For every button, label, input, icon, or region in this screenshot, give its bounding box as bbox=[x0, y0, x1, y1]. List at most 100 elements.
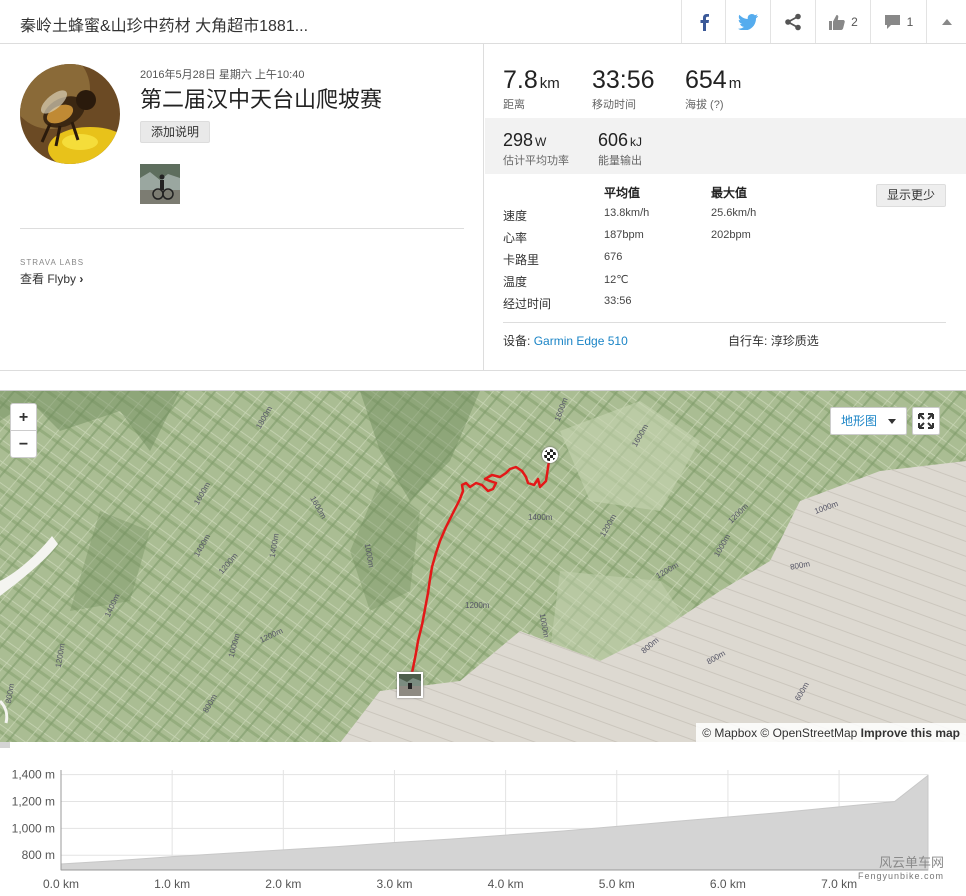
thumbs-up-icon bbox=[829, 14, 845, 30]
calories-value: 676 bbox=[604, 251, 623, 263]
page-divider bbox=[0, 370, 966, 371]
speed-max: 25.6km/h bbox=[711, 207, 757, 219]
y-tick-label: 1,200 m bbox=[12, 795, 55, 809]
heart-rate-max: 202bpm bbox=[711, 229, 751, 241]
device-info: 设备: Garmin Edge 510 bbox=[503, 332, 628, 349]
finish-flag-icon bbox=[542, 447, 558, 463]
energy-label: 能量输出 bbox=[598, 155, 642, 167]
view-flyby-link[interactable]: 查看 Flyby › bbox=[20, 270, 83, 287]
elapsed-time-value: 33:56 bbox=[604, 295, 632, 307]
twitter-share-button[interactable] bbox=[725, 0, 770, 43]
elevation-profile[interactable]: 1,400 m 1,200 m 1,000 m 800 m 0.0 km 1.0 km 2.… bbox=[0, 742, 966, 896]
elevation-help-link[interactable]: 海拔 (?) bbox=[685, 96, 741, 112]
x-tick-label: 1.0 km bbox=[154, 877, 190, 891]
kudos-count: 2 bbox=[851, 14, 858, 29]
secondary-stats: 298 W 估计平均功率 606 kJ 能量输出 bbox=[485, 118, 966, 174]
elevation-area bbox=[60, 774, 929, 871]
bike-label: 自行车: bbox=[728, 334, 768, 348]
avg-header: 平均值 bbox=[604, 186, 641, 200]
x-tick-label: 2.0 km bbox=[265, 877, 301, 891]
map-type-dropdown[interactable]: 地形图 bbox=[830, 407, 907, 435]
x-tick-label: 6.0 km bbox=[710, 877, 746, 891]
route-line bbox=[410, 459, 551, 675]
caret-up-icon bbox=[941, 18, 952, 25]
collapse-button[interactable] bbox=[926, 0, 966, 43]
zoom-out-button[interactable]: − bbox=[11, 431, 36, 458]
activity-stats-panel: 7.8 km 距离 33:56 移动时间 654 m 海拔 (?) 298 W 估计平… bbox=[485, 44, 966, 370]
device-link[interactable]: Garmin Edge 510 bbox=[534, 334, 628, 348]
heart-rate-avg: 187bpm bbox=[604, 229, 644, 241]
power-value: 298 bbox=[503, 130, 534, 150]
watermark-line1: 风云单车网 bbox=[879, 855, 945, 870]
power-unit: W bbox=[535, 135, 547, 149]
attribution-text[interactable]: © Mapbox © OpenStreetMap bbox=[702, 726, 857, 740]
share-icon bbox=[785, 13, 801, 30]
x-tick-label: 5.0 km bbox=[599, 877, 635, 891]
energy-value: 606 bbox=[598, 130, 629, 150]
zoom-in-button[interactable]: + bbox=[11, 404, 36, 431]
power-label: 估计平均功率 bbox=[503, 155, 569, 167]
primary-stats: 7.8 km 距离 33:56 移动时间 654 m 海拔 (?) bbox=[485, 44, 966, 118]
show-less-button[interactable]: 显示更少 bbox=[876, 184, 946, 207]
activity-date: 2016年5月28日 星期六 上午10:40 bbox=[140, 69, 305, 81]
speed-label: 速度 bbox=[503, 209, 528, 223]
elevation-stat: 654 m 海拔 (?) bbox=[685, 66, 741, 112]
temperature-label: 温度 bbox=[503, 275, 528, 289]
watermark: 风云单车网 Fengyunbike.com bbox=[858, 852, 944, 881]
athlete-title[interactable]: 秦岭土蜂蜜&山珍中药材 大角超市1881... bbox=[20, 12, 308, 36]
y-tick-label: 1,400 m bbox=[12, 768, 55, 782]
bike-info: 自行车: 淳珍质选 bbox=[728, 332, 819, 349]
add-description-button[interactable]: 添加说明 bbox=[140, 121, 211, 143]
activity-photo-thumbnail[interactable] bbox=[140, 164, 180, 204]
calories-label: 卡路里 bbox=[503, 253, 540, 267]
map-attribution: © Mapbox © OpenStreetMap Improve this ma… bbox=[696, 723, 966, 742]
distance-label: 距离 bbox=[503, 99, 525, 111]
elevation-unit: m bbox=[728, 75, 742, 92]
bike-value: 淳珍质选 bbox=[770, 334, 819, 348]
max-header: 最大值 bbox=[711, 186, 748, 200]
kudos-button[interactable]: 2 bbox=[815, 0, 870, 43]
fullscreen-button[interactable] bbox=[912, 407, 940, 435]
watermark-line2: Fengyunbike.com bbox=[858, 871, 945, 881]
strava-labs-label: STRAVA LABS bbox=[20, 258, 85, 267]
zoom-control: + − bbox=[10, 403, 37, 458]
distance-value: 7.8 bbox=[503, 66, 538, 94]
details-divider bbox=[503, 322, 946, 323]
device-label: 设备: bbox=[503, 334, 531, 348]
distance-stat: 7.8 km 距离 bbox=[503, 66, 560, 112]
elapsed-time-label: 经过时间 bbox=[503, 297, 552, 311]
energy-unit: kJ bbox=[630, 135, 643, 149]
share-button[interactable] bbox=[770, 0, 815, 43]
section-divider bbox=[20, 228, 464, 229]
temperature-value: 12℃ bbox=[604, 274, 629, 286]
comment-icon bbox=[884, 14, 900, 29]
moving-time-label: 移动时间 bbox=[592, 99, 636, 111]
x-tick-label: 4.0 km bbox=[488, 877, 524, 891]
route-map[interactable]: 1600m 1800m 1600m 1400m 1200m 1400m 1200… bbox=[0, 390, 966, 742]
start-photo-marker[interactable] bbox=[397, 672, 423, 698]
twitter-icon bbox=[738, 13, 758, 30]
power-stat: 298 W 估计平均功率 bbox=[503, 130, 569, 168]
y-tick-label: 800 m bbox=[22, 848, 55, 862]
speed-avg: 13.8km/h bbox=[604, 207, 650, 219]
energy-stat: 606 kJ 能量输出 bbox=[598, 130, 642, 168]
comments-button[interactable]: 1 bbox=[870, 0, 926, 43]
moving-time-value: 33:56 bbox=[592, 66, 655, 94]
elevation-value: 654 bbox=[685, 66, 727, 94]
chevron-right-icon: › bbox=[79, 272, 84, 286]
athlete-avatar[interactable] bbox=[20, 64, 120, 164]
distance-unit: km bbox=[539, 75, 560, 92]
heart-rate-label: 心率 bbox=[503, 231, 528, 245]
fullscreen-icon bbox=[918, 413, 934, 429]
moving-time-stat: 33:56 移动时间 bbox=[592, 66, 655, 112]
x-tick-label: 0.0 km bbox=[43, 877, 79, 891]
facebook-icon bbox=[700, 13, 709, 31]
elevation-chart: 1,400 m 1,200 m 1,000 m 800 m 0.0 km 1.0 km 2.… bbox=[12, 768, 929, 891]
facebook-share-button[interactable] bbox=[681, 0, 725, 43]
y-tick-label: 1,000 m bbox=[12, 821, 55, 835]
activity-name[interactable]: 第二届汉中天台山爬坡赛 bbox=[140, 82, 382, 114]
x-tick-label: 3.0 km bbox=[376, 877, 412, 891]
x-tick-label: 7.0 km bbox=[821, 877, 857, 891]
activity-header: 秦岭土蜂蜜&山珍中药材 大角超市1881... 2 1 bbox=[0, 0, 966, 44]
improve-map-link[interactable]: Improve this map bbox=[861, 726, 960, 740]
